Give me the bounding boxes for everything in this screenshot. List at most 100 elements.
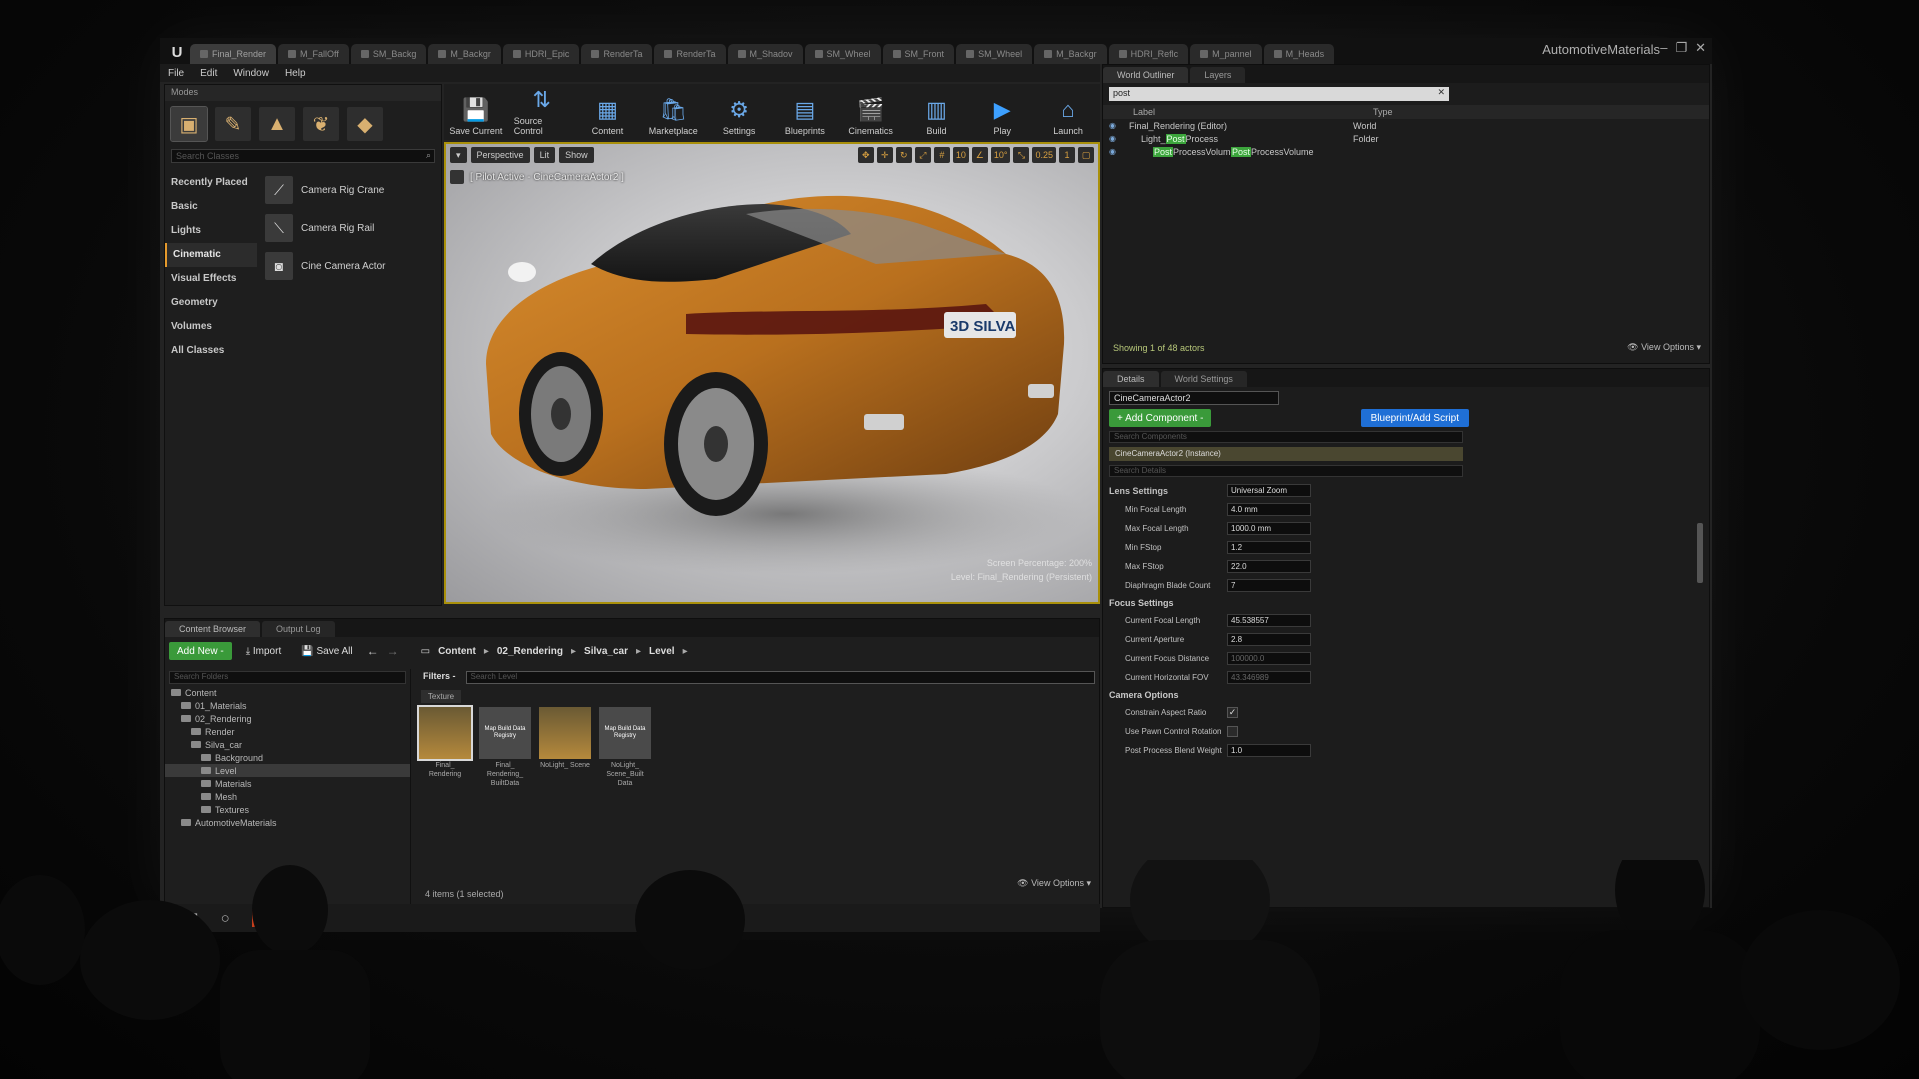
folder-tree-item[interactable]: 01_Materials <box>165 699 410 712</box>
place-mode-icon[interactable]: ▣ <box>170 106 208 142</box>
use-pawn-control-rotation-checkbox[interactable] <box>1227 726 1238 737</box>
content-button[interactable]: ▦ Content <box>580 96 636 136</box>
actor-name-field[interactable]: CineCameraActor2 <box>1109 391 1279 405</box>
filters-button[interactable]: Filters - <box>419 671 460 684</box>
editor-tab[interactable]: M_pannel <box>1190 44 1262 64</box>
outliner-view-options[interactable]: 👁 View Options ▾ <box>1627 342 1701 353</box>
editor-tab[interactable]: HDRI_Epic <box>502 44 580 64</box>
lens-settings-header[interactable]: Lens Settings <box>1103 486 1227 496</box>
column-type[interactable]: Type <box>1373 107 1393 117</box>
menu-window[interactable]: Window <box>233 68 269 79</box>
editor-tab[interactable]: SM_Wheel <box>956 44 1033 64</box>
category-geometry[interactable]: Geometry <box>165 291 257 315</box>
editor-tab[interactable]: Final_Render <box>190 44 277 64</box>
folder-tree-item[interactable]: Content <box>165 686 410 699</box>
menu-file[interactable]: File <box>168 68 184 79</box>
add-new-button[interactable]: Add New - <box>169 642 232 660</box>
minimize-icon[interactable]: – <box>1660 40 1667 56</box>
current-focal-length-field[interactable]: 45.538557 <box>1227 614 1311 627</box>
scale-icon[interactable]: ⤢ <box>914 147 931 163</box>
translate-icon[interactable]: ✛ <box>876 147 893 163</box>
lit-button[interactable]: Lit <box>533 147 556 163</box>
column-label[interactable]: Label <box>1133 107 1373 117</box>
filter-texture-chip[interactable]: Texture <box>421 690 461 703</box>
category-recently-placed[interactable]: Recently Placed <box>165 171 257 195</box>
outliner-row[interactable]: ◉ PostProcessVolume PostProcessVolume <box>1103 145 1709 158</box>
import-button[interactable]: ⤓ Import <box>240 642 288 660</box>
settings-button[interactable]: ⚙ Settings <box>711 96 767 136</box>
folder-tree-item[interactable]: Textures <box>165 803 410 816</box>
asset-tile[interactable]: NoLight_ Scene <box>539 707 591 788</box>
tab-world-settings[interactable]: World Settings <box>1160 371 1247 387</box>
show-button[interactable]: Show <box>559 147 594 163</box>
asset-tile[interactable]: Final_ Rendering <box>417 705 473 788</box>
rotate-icon[interactable]: ↻ <box>895 147 912 163</box>
breadcrumb-rendering[interactable]: 02_Rendering <box>497 646 563 657</box>
launch-button[interactable]: ⌂ Launch <box>1040 96 1096 136</box>
folder-tree-item[interactable]: 02_Rendering <box>165 712 410 725</box>
angle-snap-icon[interactable]: ∠ <box>971 147 988 163</box>
source-control-button[interactable]: ⇅ Source Control <box>514 86 570 136</box>
editor-tab[interactable]: M_Backgr <box>1034 44 1107 64</box>
close-icon[interactable]: ✕ <box>1695 40 1706 56</box>
search-details-input[interactable]: Search Details <box>1109 465 1463 477</box>
max-focal-length-field[interactable]: 1000.0 mm <box>1227 522 1311 535</box>
folder-tree-item[interactable]: Level <box>165 764 410 777</box>
tab-details[interactable]: Details <box>1103 371 1159 387</box>
current-aperture-field[interactable]: 2.8 <box>1227 633 1311 646</box>
forward-arrow-icon[interactable]: → <box>387 644 399 658</box>
camera-options-header[interactable]: Camera Options <box>1103 687 1709 703</box>
folder-tree-item[interactable]: Mesh <box>165 790 410 803</box>
editor-tab[interactable]: RenderTa <box>581 44 653 64</box>
search-classes-input[interactable]: Search Classes ⌕ <box>171 149 435 163</box>
tab-output-log[interactable]: Output Log <box>262 621 335 637</box>
eject-pilot-icon[interactable] <box>450 170 464 184</box>
eye-icon[interactable]: ◉ <box>1109 147 1119 156</box>
add-component-button[interactable]: + Add Component - <box>1109 409 1212 427</box>
foliage-mode-icon[interactable]: ❦ <box>303 107 339 141</box>
asset-tile[interactable]: Map Build Data Registry Final_ Rendering_… <box>479 707 531 788</box>
class-item-cine-camera-actor[interactable]: ◙ Cine Camera Actor <box>259 247 439 285</box>
search-components-input[interactable]: Search Components <box>1109 431 1463 443</box>
min-focal-length-field[interactable]: 4.0 mm <box>1227 503 1311 516</box>
menu-edit[interactable]: Edit <box>200 68 217 79</box>
max-fstop-field[interactable]: 22.0 <box>1227 560 1311 573</box>
constrain-aspect-ratio-checkbox[interactable]: ✓ <box>1227 707 1238 718</box>
angle-snap-value[interactable]: 10° <box>990 147 1011 163</box>
menu-help[interactable]: Help <box>285 68 306 79</box>
maximize-icon[interactable]: ❐ <box>1675 40 1687 56</box>
landscape-mode-icon[interactable]: ▲ <box>259 107 295 141</box>
editor-tab[interactable]: SM_Wheel <box>804 44 881 64</box>
level-viewport[interactable]: 3D SILVA ▾ Perspective Lit Show ✥ ✛ ↻ ⤢ … <box>444 142 1100 604</box>
camera-speed-value[interactable]: 1 <box>1059 147 1075 163</box>
breadcrumb-silva-car[interactable]: Silva_car <box>584 646 628 657</box>
eye-icon[interactable]: ◉ <box>1109 134 1119 143</box>
component-instance-row[interactable]: CineCameraActor2 (Instance) <box>1109 447 1463 461</box>
editor-tab[interactable]: SM_Backg <box>350 44 427 64</box>
grid-snap-icon[interactable]: # <box>933 147 950 163</box>
paint-mode-icon[interactable]: ✎ <box>215 107 251 141</box>
back-arrow-icon[interactable]: ← <box>367 644 379 658</box>
breadcrumb-level[interactable]: Level <box>649 646 675 657</box>
build-button[interactable]: ▥ Build <box>909 96 965 136</box>
clear-search-icon[interactable]: ✕ <box>1437 87 1445 98</box>
editor-tab[interactable]: HDRI_Reflc <box>1108 44 1189 64</box>
cinematics-button[interactable]: 🎬 Cinematics <box>843 96 899 136</box>
editor-tab[interactable]: RenderTa <box>654 44 726 64</box>
blueprint-add-script-button[interactable]: Blueprint/Add Script <box>1360 409 1469 427</box>
outliner-row[interactable]: ◉ Final_Rendering (Editor) World <box>1103 119 1709 132</box>
category-all-classes[interactable]: All Classes <box>165 339 257 363</box>
select-icon[interactable]: ✥ <box>857 147 874 163</box>
folder-tree-item[interactable]: AutomotiveMaterials <box>165 816 410 829</box>
editor-tab[interactable]: M_Backgr <box>428 44 501 64</box>
category-cinematic[interactable]: Cinematic <box>165 243 257 267</box>
breadcrumb-content[interactable]: Content <box>438 646 476 657</box>
min-fstop-field[interactable]: 1.2 <box>1227 541 1311 554</box>
asset-tile[interactable]: Map Build Data Registry NoLight_ Scene_Bu… <box>599 707 651 788</box>
save-current-button[interactable]: 💾 Save Current <box>448 96 504 136</box>
editor-tab[interactable]: M_FallOff <box>278 44 349 64</box>
class-item-camera-rig-rail[interactable]: ⟍ Camera Rig Rail <box>259 209 439 247</box>
tab-content-browser[interactable]: Content Browser <box>165 621 261 637</box>
editor-tab[interactable]: M_Heads <box>1263 44 1335 64</box>
blade-count-field[interactable]: 7 <box>1227 579 1311 592</box>
